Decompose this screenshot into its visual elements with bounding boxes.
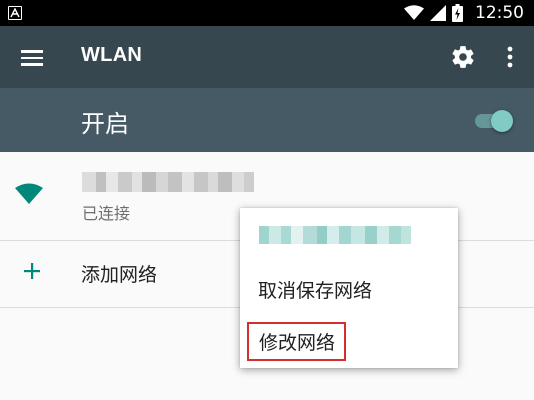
add-network-label[interactable]: 添加网络	[81, 260, 157, 287]
wlan-toggle[interactable]	[472, 109, 514, 133]
battery-charging-icon	[452, 4, 463, 22]
notification-icon	[8, 6, 22, 20]
status-icons: 12:50	[404, 0, 524, 26]
overflow-menu-icon[interactable]	[500, 43, 520, 71]
clock: 12:50	[475, 3, 524, 23]
toggle-thumb	[491, 110, 513, 132]
context-menu-title-pixelated	[259, 226, 411, 244]
plus-icon	[24, 263, 40, 279]
status-bar: 12:50	[0, 0, 534, 26]
cell-signal-icon	[430, 5, 446, 21]
wlan-switch-label: 开启	[81, 110, 129, 138]
page-title: WLAN	[81, 44, 143, 66]
menu-icon[interactable]	[21, 47, 43, 67]
network-ssid-pixelated	[82, 172, 254, 192]
connection-status: 已连接	[82, 204, 131, 223]
wifi-full-icon	[15, 183, 43, 204]
wifi-signal-icon	[404, 5, 424, 20]
app-bar: WLAN	[0, 26, 534, 88]
forget-network-menu-item[interactable]: 取消保存网络	[258, 276, 372, 303]
wlan-switch-bar[interactable]: 开启	[0, 88, 534, 152]
modify-network-menu-item[interactable]: 修改网络	[247, 322, 347, 361]
gear-icon[interactable]	[450, 44, 476, 70]
